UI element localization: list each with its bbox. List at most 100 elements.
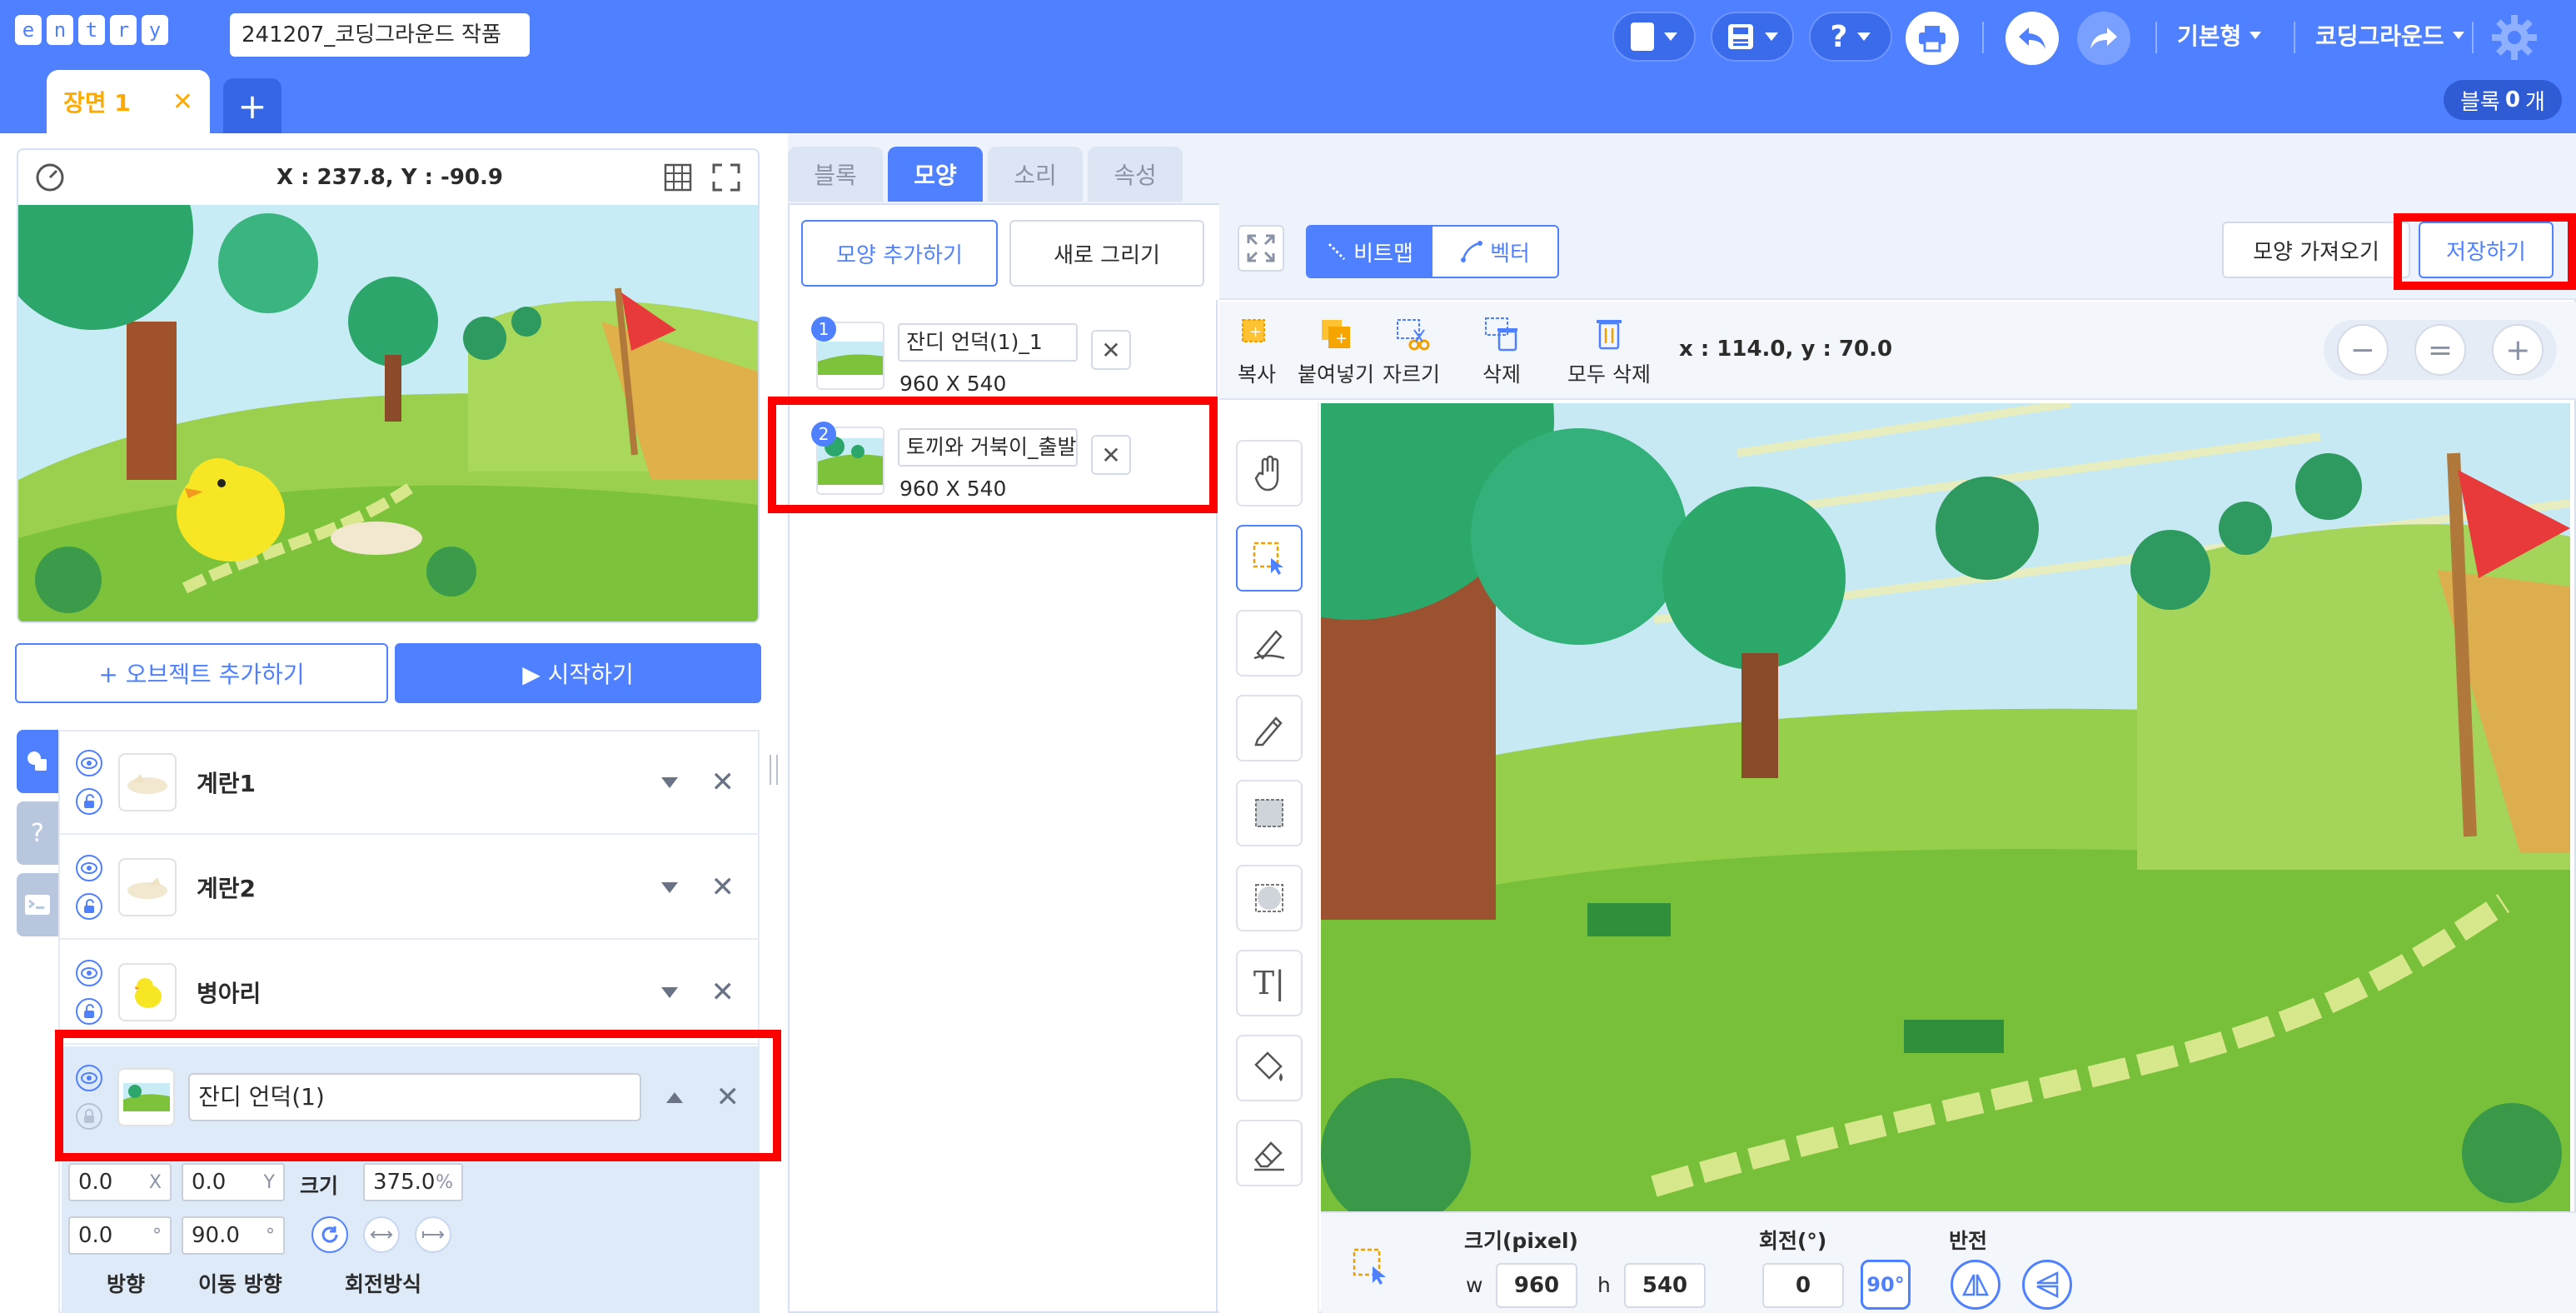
- unlock-icon[interactable]: [76, 998, 102, 1025]
- eye-icon[interactable]: [75, 1065, 102, 1091]
- rotate-input[interactable]: 0: [1762, 1263, 1844, 1308]
- flip-horizontal-button[interactable]: [1951, 1260, 2001, 1310]
- tab-blocks[interactable]: 블록: [788, 147, 883, 202]
- add-object-button[interactable]: + 오브젝트 추가하기: [15, 643, 388, 703]
- delete-tool[interactable]: 삭제: [1482, 317, 1521, 388]
- object-toggles: [60, 750, 118, 815]
- save-shape-button[interactable]: 저장하기: [2419, 222, 2554, 278]
- circle-tool[interactable]: [1236, 865, 1303, 931]
- text-tool[interactable]: T|: [1236, 950, 1303, 1016]
- paint-canvas[interactable]: [1321, 403, 2570, 1211]
- help-menu-button[interactable]: ?: [1809, 12, 1892, 62]
- y-position-field[interactable]: 0.0 Y: [182, 1163, 285, 1201]
- stage-canvas[interactable]: [18, 205, 758, 622]
- zoom-out-button[interactable]: −: [2336, 324, 2389, 376]
- shape-item[interactable]: 1 잔디 언덕(1)_1 960 X 540 ✕: [790, 305, 1216, 408]
- delete-object-icon[interactable]: ✕: [711, 976, 735, 1009]
- x-position-field[interactable]: 0.0 X: [68, 1163, 172, 1201]
- zoom-reset-button[interactable]: =: [2414, 324, 2466, 376]
- zoom-in-button[interactable]: +: [2492, 324, 2544, 376]
- mode-menu[interactable]: 기본형: [2177, 18, 2262, 52]
- new-file-menu-button[interactable]: [1612, 12, 1696, 62]
- expand-editor-button[interactable]: [1238, 225, 1284, 272]
- shape-name-input[interactable]: 토끼와 거북이_출발점: [898, 428, 1078, 467]
- delete-object-icon[interactable]: ✕: [711, 871, 735, 904]
- add-shape-button[interactable]: 모양 추가하기: [801, 220, 998, 287]
- tab-sounds[interactable]: 소리: [988, 147, 1083, 202]
- bitmap-mode-button[interactable]: 비트맵: [1308, 227, 1432, 277]
- unlock-icon[interactable]: [76, 788, 102, 815]
- paste-tool[interactable]: + 붙여넣기: [1298, 317, 1374, 388]
- lock-icon[interactable]: [75, 1103, 102, 1130]
- shape-item-selected[interactable]: 2 토끼와 거북이_출발점 960 X 540 ✕: [790, 410, 1216, 513]
- select-tool[interactable]: [1236, 525, 1303, 592]
- size-field[interactable]: 375.0%: [363, 1163, 463, 1201]
- delete-object-icon[interactable]: ✕: [716, 1081, 740, 1114]
- project-name-field[interactable]: 241207_코딩그라운드 작품: [230, 13, 530, 57]
- delete-object-icon[interactable]: ✕: [711, 766, 735, 799]
- delete-all-tool[interactable]: 모두 삭제: [1567, 317, 1651, 388]
- pencil-tool[interactable]: [1236, 695, 1303, 761]
- tab-scene-1[interactable]: 장면 1 ✕: [47, 70, 210, 133]
- expand-icon[interactable]: [660, 986, 678, 998]
- new-drawing-button[interactable]: 새로 그리기: [1009, 220, 1204, 287]
- height-input[interactable]: 540: [1624, 1263, 1706, 1308]
- object-row-selected[interactable]: 잔디 언덕(1) ✕: [60, 1046, 760, 1150]
- grid-icon[interactable]: [661, 161, 695, 194]
- logo-letter: y: [142, 15, 168, 45]
- width-input[interactable]: 960: [1496, 1263, 1577, 1308]
- undo-button[interactable]: [2005, 12, 2059, 65]
- text-icon: T|: [1253, 965, 1286, 1001]
- rectangle-tool[interactable]: [1236, 780, 1303, 846]
- expand-icon[interactable]: [660, 776, 678, 788]
- tab-attributes[interactable]: 속성: [1088, 147, 1183, 202]
- add-scene-button[interactable]: +: [223, 78, 282, 133]
- object-row[interactable]: 계란2 ✕: [60, 836, 760, 940]
- entry-logo[interactable]: e n t r y: [15, 15, 168, 45]
- close-icon[interactable]: ✕: [172, 87, 193, 117]
- direction-field[interactable]: 0.0 °: [68, 1216, 172, 1255]
- object-row[interactable]: 병아리 ✕: [60, 941, 760, 1045]
- hand-tool[interactable]: [1236, 440, 1303, 507]
- object-name-input[interactable]: 잔디 언덕(1): [188, 1073, 641, 1121]
- collapse-icon[interactable]: [665, 1091, 683, 1103]
- start-button[interactable]: ▶ 시작하기: [395, 643, 761, 703]
- tab-objects[interactable]: [17, 730, 58, 793]
- delete-shape-button[interactable]: ✕: [1091, 330, 1131, 370]
- rotate-free-icon[interactable]: [311, 1216, 348, 1253]
- fill-tool[interactable]: [1236, 1035, 1303, 1101]
- rotate-label: 회전(°): [1759, 1229, 1827, 1253]
- brush-tool[interactable]: [1236, 610, 1303, 676]
- expand-icon[interactable]: [660, 881, 678, 893]
- eye-icon[interactable]: [76, 960, 102, 986]
- redo-button[interactable]: [2077, 12, 2130, 65]
- tab-shapes[interactable]: 모양: [888, 147, 983, 202]
- rotation-mode-label: 회전방식: [345, 1272, 422, 1296]
- user-menu[interactable]: 코딩그라운드: [2315, 18, 2464, 52]
- eye-icon[interactable]: [76, 750, 102, 776]
- object-row[interactable]: 계란1 ✕: [60, 731, 760, 835]
- eraser-tool[interactable]: [1236, 1120, 1303, 1186]
- rotate-90-button[interactable]: 90°: [1861, 1260, 1911, 1310]
- tab-console[interactable]: [17, 873, 58, 936]
- flip-vertical-button[interactable]: [2022, 1260, 2072, 1310]
- delete-shape-button[interactable]: ✕: [1091, 435, 1131, 475]
- unlock-icon[interactable]: [76, 893, 102, 920]
- import-shape-button[interactable]: 모양 가져오기: [2222, 222, 2410, 278]
- print-button[interactable]: [1906, 12, 1959, 65]
- move-direction-field[interactable]: 90.0 °: [182, 1216, 285, 1255]
- eye-icon[interactable]: [76, 855, 102, 881]
- rotate-horizontal-icon[interactable]: [363, 1216, 400, 1253]
- save-menu-button[interactable]: [1711, 12, 1794, 62]
- panel-resize-handle[interactable]: [770, 755, 778, 785]
- terminal-icon: [25, 895, 50, 915]
- rotate-none-icon[interactable]: [415, 1216, 451, 1253]
- vector-mode-button[interactable]: 벡터: [1432, 227, 1557, 277]
- speed-icon[interactable]: [33, 161, 67, 194]
- copy-tool[interactable]: + 복사: [1238, 317, 1276, 388]
- shape-name-input[interactable]: 잔디 언덕(1)_1: [898, 323, 1078, 362]
- fullscreen-icon[interactable]: [710, 161, 743, 194]
- gear-icon[interactable]: [2490, 13, 2539, 62]
- cut-tool[interactable]: 자르기: [1383, 317, 1440, 388]
- tab-help[interactable]: ?: [17, 801, 58, 865]
